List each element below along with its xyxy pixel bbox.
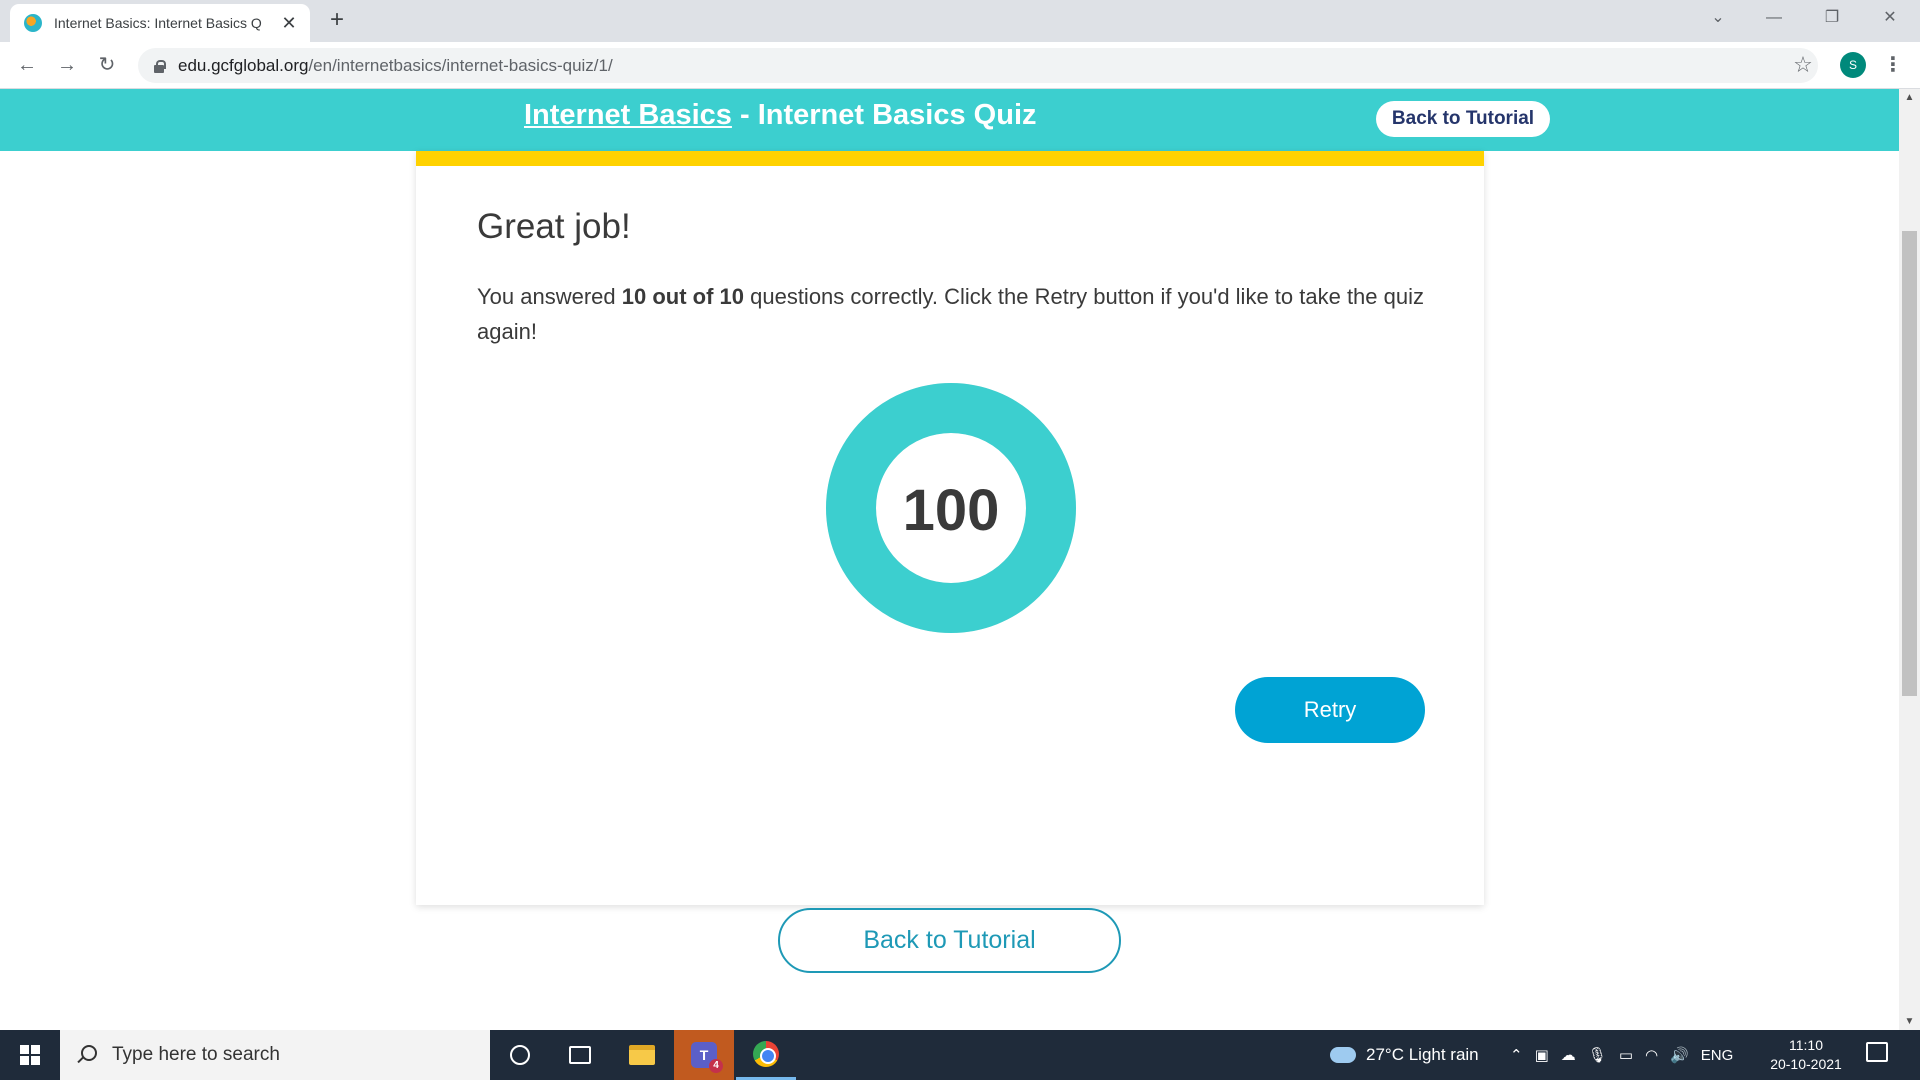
meet-now-icon[interactable]: ▣ bbox=[1535, 1046, 1549, 1064]
tab-close-icon[interactable]: ✕ bbox=[278, 13, 300, 34]
show-hidden-icons-chevron-icon[interactable]: ⌃ bbox=[1510, 1046, 1523, 1064]
folder-icon bbox=[629, 1045, 655, 1065]
teams-icon: T4 bbox=[691, 1042, 723, 1073]
course-link[interactable]: Internet Basics bbox=[524, 99, 732, 131]
quiz-result-card: Great job! You answered 10 out of 10 que… bbox=[416, 151, 1484, 905]
task-view-button[interactable] bbox=[550, 1030, 610, 1080]
gcf-favicon-icon bbox=[24, 14, 42, 32]
task-view-icon bbox=[569, 1046, 591, 1064]
system-tray: ⌃ ▣ ☁ 🎙 ▭ ◠ 🔊 ENG bbox=[1510, 1030, 1745, 1080]
page-viewport: Internet Basics - Internet Basics Quiz B… bbox=[0, 89, 1899, 1030]
close-window-icon[interactable]: ✕ bbox=[1862, 0, 1918, 36]
scroll-up-arrow-icon[interactable]: ▲ bbox=[1899, 89, 1920, 106]
chrome-taskbar-button[interactable] bbox=[736, 1030, 796, 1080]
profile-avatar[interactable]: S bbox=[1840, 52, 1866, 78]
result-message: You answered 10 out of 10 questions corr… bbox=[477, 279, 1437, 349]
weather-text: 27°C Light rain bbox=[1366, 1045, 1479, 1064]
cortana-button[interactable] bbox=[490, 1030, 550, 1080]
clock-time: 11:10 bbox=[1789, 1037, 1823, 1053]
result-score-phrase: 10 out of 10 bbox=[621, 284, 744, 309]
card-accent-bar bbox=[416, 151, 1484, 166]
back-arrow-icon[interactable]: ← bbox=[12, 50, 42, 80]
scroll-down-arrow-icon[interactable]: ▼ bbox=[1899, 1013, 1920, 1030]
browser-toolbar: ← → ↻ edu.gcfglobal.org/en/internetbasic… bbox=[0, 42, 1920, 89]
back-to-tutorial-button[interactable]: Back to Tutorial bbox=[778, 908, 1121, 973]
teams-button[interactable]: T4 bbox=[674, 1030, 734, 1080]
file-explorer-button[interactable] bbox=[612, 1030, 672, 1080]
minimize-icon[interactable]: — bbox=[1746, 0, 1802, 36]
page-scrollbar[interactable]: ▲ ▼ bbox=[1899, 89, 1920, 1030]
browser-tab[interactable]: Internet Basics: Internet Basics Q ✕ bbox=[10, 4, 310, 42]
url-path: /en/internetbasics/internet-basics-quiz/… bbox=[308, 55, 613, 75]
cortana-icon bbox=[510, 1045, 530, 1065]
browser-tab-strip: Internet Basics: Internet Basics Q ✕ + ⌄… bbox=[0, 0, 1920, 42]
taskbar-clock[interactable]: 11:10 20-10-2021 bbox=[1764, 1036, 1848, 1074]
result-heading: Great job! bbox=[477, 207, 631, 246]
scrollbar-thumb[interactable] bbox=[1902, 231, 1917, 696]
address-bar[interactable]: edu.gcfglobal.org/en/internetbasics/inte… bbox=[138, 48, 1818, 83]
forward-arrow-icon[interactable]: → bbox=[52, 50, 82, 80]
retry-button[interactable]: Retry bbox=[1235, 677, 1425, 743]
volume-icon[interactable]: 🔊 bbox=[1670, 1046, 1689, 1064]
wifi-icon[interactable]: ◠ bbox=[1645, 1046, 1658, 1064]
taskbar-search-box[interactable]: Type here to search bbox=[60, 1030, 490, 1080]
microphone-icon[interactable]: 🎙 bbox=[1588, 1046, 1607, 1064]
lock-icon[interactable] bbox=[152, 59, 166, 73]
tab-title: Internet Basics: Internet Basics Q bbox=[54, 15, 262, 31]
bookmark-star-icon[interactable]: ☆ bbox=[1790, 50, 1816, 80]
search-icon bbox=[76, 1045, 97, 1065]
tab-search-chevron-icon[interactable]: ⌄ bbox=[1690, 0, 1746, 36]
windows-logo-icon bbox=[20, 1045, 40, 1065]
restore-icon[interactable]: ❐ bbox=[1804, 0, 1860, 36]
quiz-title: Internet Basics Quiz bbox=[757, 99, 1037, 131]
reload-icon[interactable]: ↻ bbox=[92, 50, 122, 80]
page-title: Internet Basics - Internet Basics Quiz bbox=[524, 99, 1037, 132]
browser-menu-icon[interactable]: ⋮ bbox=[1880, 50, 1906, 80]
weather-widget[interactable]: 27°C Light rain bbox=[1330, 1030, 1479, 1080]
teams-notification-badge: 4 bbox=[709, 1059, 723, 1073]
battery-icon[interactable]: ▭ bbox=[1619, 1046, 1633, 1064]
notification-center-icon[interactable] bbox=[1866, 1042, 1888, 1062]
new-tab-button[interactable]: + bbox=[322, 6, 352, 36]
score-value: 100 bbox=[902, 478, 1000, 543]
header-back-to-tutorial-button[interactable]: Back to Tutorial bbox=[1376, 101, 1550, 137]
start-button[interactable] bbox=[0, 1030, 60, 1080]
onedrive-cloud-icon[interactable]: ☁ bbox=[1561, 1046, 1576, 1064]
url-host: edu.gcfglobal.org bbox=[178, 55, 309, 75]
rain-cloud-icon bbox=[1330, 1047, 1356, 1063]
title-separator: - bbox=[731, 99, 758, 131]
result-text-before: You answered bbox=[477, 284, 622, 309]
windows-taskbar: Type here to search T4 27°C Light rain ⌃… bbox=[0, 1030, 1920, 1080]
site-header: Internet Basics - Internet Basics Quiz B… bbox=[0, 89, 1899, 151]
clock-date: 20-10-2021 bbox=[1770, 1056, 1842, 1072]
chrome-icon bbox=[753, 1040, 779, 1067]
search-placeholder: Type here to search bbox=[112, 1044, 280, 1065]
language-indicator[interactable]: ENG bbox=[1701, 1047, 1734, 1064]
